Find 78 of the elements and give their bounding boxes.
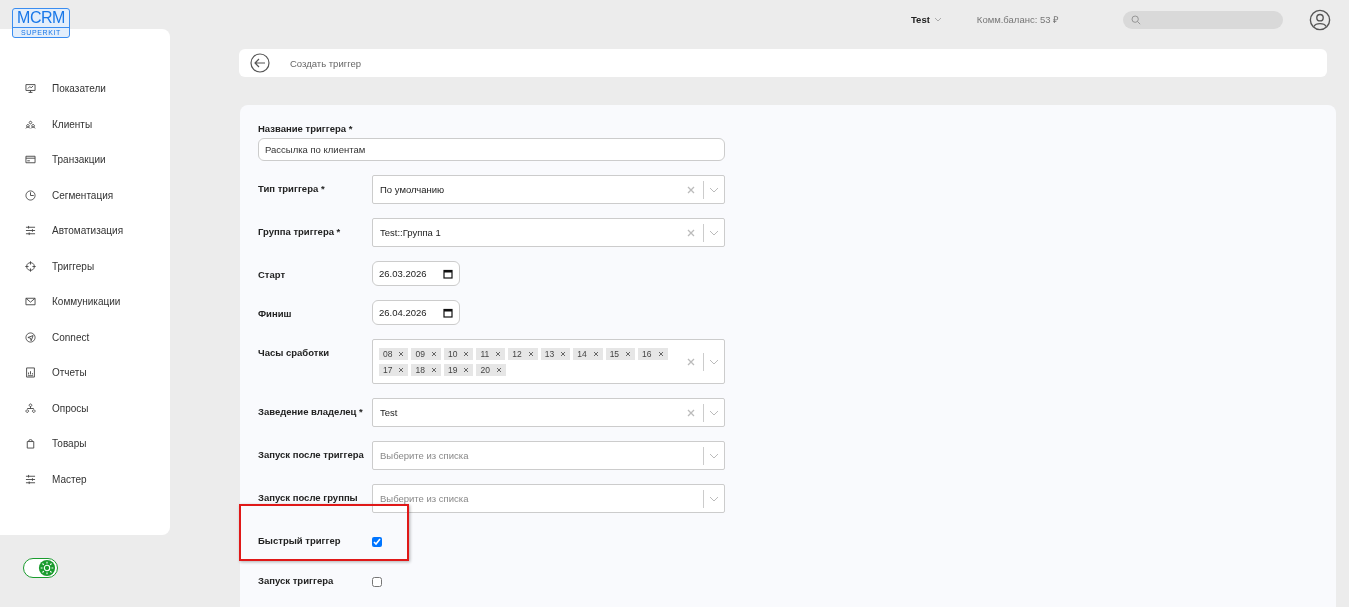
menu-item-icon bbox=[24, 82, 37, 96]
hour-tag[interactable]: 08 bbox=[379, 347, 409, 360]
hour-tag[interactable]: 12 bbox=[508, 347, 538, 360]
sidebar-item[interactable]: Показатели bbox=[0, 71, 170, 107]
sidebar-item[interactable]: Connect bbox=[0, 319, 170, 355]
hour-tag[interactable]: 09 bbox=[411, 347, 441, 360]
menu-item-icon bbox=[24, 437, 37, 451]
menu-item-icon bbox=[24, 401, 37, 415]
remove-icon[interactable] bbox=[527, 350, 534, 357]
field-label: Группа триггера * bbox=[258, 226, 342, 237]
menu-item-icon bbox=[24, 259, 37, 273]
field-label: Название триггера * bbox=[258, 123, 354, 134]
remove-icon[interactable] bbox=[495, 350, 502, 357]
calendar-icon[interactable] bbox=[443, 268, 453, 279]
menu-item-icon bbox=[24, 188, 37, 202]
menu-item-icon bbox=[24, 330, 37, 344]
remove-icon[interactable] bbox=[625, 350, 632, 357]
checkbox[interactable] bbox=[372, 537, 382, 547]
caret-icon bbox=[933, 16, 942, 23]
remove-icon[interactable] bbox=[430, 366, 437, 373]
back-icon[interactable] bbox=[250, 53, 270, 74]
page-title: Создать триггер bbox=[290, 57, 361, 69]
multiselect-field[interactable]: 08 09 10 11 12 13 14 15 16 17 18 19 20 bbox=[372, 339, 725, 384]
hour-tag[interactable]: 18 bbox=[411, 363, 441, 376]
hour-tag[interactable]: 16 bbox=[638, 347, 668, 360]
menu-item-icon bbox=[24, 472, 37, 486]
select-field[interactable]: Выберите из списка bbox=[372, 441, 725, 470]
search-icon bbox=[1131, 14, 1142, 25]
checkbox[interactable] bbox=[372, 577, 382, 587]
date-field[interactable]: 26.04.2026 bbox=[372, 300, 460, 325]
hour-tag[interactable]: 15 bbox=[605, 347, 636, 360]
select-field[interactable]: Выберите из списка bbox=[372, 484, 725, 513]
sidebar-item[interactable]: Отчеты bbox=[0, 355, 170, 391]
sidebar-item[interactable]: Клиенты bbox=[0, 106, 170, 142]
account-selector[interactable]: Test bbox=[911, 14, 942, 26]
field-label: Быстрый триггер bbox=[258, 535, 342, 546]
calendar-icon[interactable] bbox=[443, 307, 453, 318]
field-label: Тип триггера * bbox=[258, 183, 326, 194]
remove-icon[interactable] bbox=[657, 350, 664, 357]
field-label: Заведение владелец * bbox=[258, 406, 364, 417]
balance-text: Комм.баланс: 53 ₽ bbox=[976, 13, 1060, 27]
remove-icon[interactable] bbox=[430, 350, 437, 357]
theme-toggle[interactable] bbox=[23, 558, 58, 578]
hour-tag[interactable]: 13 bbox=[540, 347, 571, 360]
remove-icon[interactable] bbox=[398, 350, 405, 357]
hour-tag[interactable]: 14 bbox=[573, 347, 603, 360]
menu-item-icon bbox=[24, 366, 37, 380]
hour-tag[interactable]: 11 bbox=[476, 347, 506, 360]
field-label: Часы сработки bbox=[258, 347, 331, 358]
name-input[interactable]: Рассылка по клиентам bbox=[258, 138, 725, 161]
hour-tag[interactable]: 19 bbox=[443, 363, 474, 376]
remove-icon[interactable] bbox=[560, 350, 567, 357]
field-label: Старт bbox=[258, 269, 287, 280]
field-label: Запуск триггера bbox=[258, 575, 335, 586]
remove-icon[interactable] bbox=[495, 366, 502, 373]
remove-icon[interactable] bbox=[463, 350, 470, 357]
sidebar-item[interactable]: Триггеры bbox=[0, 248, 170, 284]
sidebar-item[interactable]: Коммуникации bbox=[0, 284, 170, 320]
hour-tag[interactable]: 17 bbox=[379, 363, 409, 376]
logo-title: MCRM bbox=[17, 9, 65, 27]
hour-tag[interactable]: 20 bbox=[476, 363, 506, 376]
hour-tag[interactable]: 10 bbox=[443, 347, 474, 360]
sidebar-item[interactable]: Транзакции bbox=[0, 142, 170, 178]
remove-icon[interactable] bbox=[463, 366, 470, 373]
sidebar-item[interactable]: Товары bbox=[0, 426, 170, 462]
user-icon[interactable] bbox=[1309, 8, 1332, 31]
sidebar-item[interactable]: Опросы bbox=[0, 390, 170, 426]
search-field[interactable] bbox=[1123, 10, 1284, 29]
field-label: Запуск после группы bbox=[258, 492, 359, 503]
sidebar-item[interactable]: Сегментация bbox=[0, 177, 170, 213]
date-field[interactable]: 26.03.2026 bbox=[372, 261, 460, 286]
remove-icon[interactable] bbox=[398, 366, 405, 373]
menu-item-icon bbox=[24, 224, 37, 238]
sidebar-item[interactable]: Автоматизация bbox=[0, 213, 170, 249]
remove-icon[interactable] bbox=[592, 350, 599, 357]
field-label: Запуск после триггера bbox=[258, 449, 365, 460]
field-label: Финиш bbox=[258, 308, 293, 319]
sidebar-item[interactable]: Мастер bbox=[0, 461, 170, 497]
